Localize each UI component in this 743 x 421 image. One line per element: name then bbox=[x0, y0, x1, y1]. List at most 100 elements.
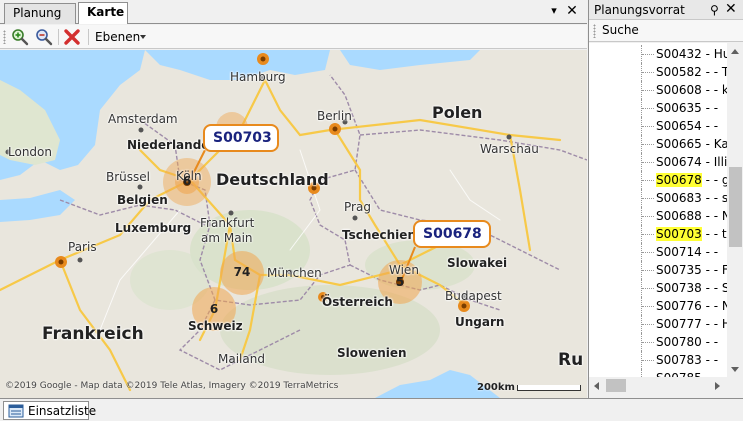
delete-icon[interactable] bbox=[63, 28, 81, 46]
tree-item[interactable]: S00654 - - bbox=[589, 117, 727, 135]
chevron-down-icon[interactable] bbox=[140, 35, 146, 39]
scroll-up-icon[interactable] bbox=[731, 49, 739, 54]
tree-connector bbox=[642, 54, 654, 55]
cluster-count-wien[interactable]: 5 bbox=[385, 275, 415, 289]
country-label-tschechien: Tschechien bbox=[342, 228, 416, 242]
tab-list-dropdown-icon[interactable]: ▾ bbox=[547, 4, 561, 18]
tree-item-description: - Hu bbox=[705, 47, 727, 61]
scroll-left-icon[interactable] bbox=[594, 382, 599, 390]
map-canvas[interactable] bbox=[0, 50, 587, 398]
tree-item[interactable]: S00785 - - bbox=[589, 369, 727, 377]
tree-item[interactable]: S00738 - - S bbox=[589, 279, 727, 297]
tree-item-description: - - bbox=[701, 119, 719, 133]
tree-item[interactable]: S00582 - - T bbox=[589, 63, 727, 81]
cluster-count-koeln[interactable]: 6 bbox=[172, 174, 202, 188]
tree-item[interactable]: S00683 - - s bbox=[589, 189, 727, 207]
city-label-london: London bbox=[8, 145, 52, 159]
country-label-polen: Polen bbox=[432, 103, 483, 122]
tree-item[interactable]: S00777 - - H bbox=[589, 315, 727, 333]
list-window-icon bbox=[8, 404, 24, 418]
tree-item-text: S00678 - - g bbox=[656, 171, 727, 189]
tab-einsatzliste[interactable]: Einsatzliste bbox=[3, 401, 96, 420]
tree-item-text: S00783 - - bbox=[656, 351, 718, 369]
tree-item[interactable]: S00665 - Ka bbox=[589, 135, 727, 153]
tree-item[interactable]: S00678 - - g bbox=[589, 171, 727, 189]
city-label-paris: Paris bbox=[68, 240, 97, 254]
tree-item-text: S00738 - - S bbox=[656, 279, 727, 297]
zoom-out-icon[interactable] bbox=[35, 28, 53, 46]
tree-item-description: - - T bbox=[701, 65, 727, 79]
tree-item-code: S00735 bbox=[656, 263, 702, 277]
planning-tree[interactable]: S00432 - Hu S00582 - - T S00608 - - k S0063… bbox=[589, 43, 727, 377]
zoom-in-icon[interactable] bbox=[11, 28, 29, 46]
cluster-count-south-germany[interactable]: 74 bbox=[227, 265, 257, 279]
tree-item-code: S00783 bbox=[656, 353, 702, 367]
panel-toolbar: Suche bbox=[589, 20, 743, 42]
tree-connector bbox=[642, 162, 654, 163]
horizontal-scrollbar[interactable] bbox=[589, 377, 727, 394]
tree-item-text: S00665 - Ka bbox=[656, 135, 727, 153]
tree-connector bbox=[642, 324, 654, 325]
tree-connector bbox=[642, 108, 654, 109]
tree-item-description: - - bbox=[701, 245, 719, 259]
tree-item[interactable]: S00674 - Illig bbox=[589, 153, 727, 171]
country-label-belgien: Belgien bbox=[117, 193, 168, 207]
tab-planung[interactable]: Planung bbox=[4, 3, 76, 24]
map-callout-s00678[interactable]: S00678 bbox=[413, 220, 491, 248]
tree-item-code: S00714 bbox=[656, 245, 702, 259]
close-icon[interactable]: ✕ bbox=[725, 1, 737, 17]
country-label-ungarn: Ungarn bbox=[455, 315, 505, 329]
vertical-scrollbar[interactable] bbox=[727, 43, 743, 377]
tree-item-text: S00674 - Illig bbox=[656, 153, 727, 171]
tree-item-description: - - N bbox=[705, 299, 727, 313]
bottom-tabstrip: Einsatzliste bbox=[0, 398, 743, 421]
tree-item-text: S00776 - - N bbox=[656, 297, 727, 315]
scrollbar-thumb[interactable] bbox=[729, 167, 742, 247]
scrollbar-thumb[interactable] bbox=[606, 379, 626, 392]
layers-menu-button[interactable]: Ebenen bbox=[95, 30, 140, 44]
scroll-down-icon[interactable] bbox=[731, 367, 739, 372]
tree-item[interactable]: S00635 - - bbox=[589, 99, 727, 117]
tree-connector bbox=[642, 270, 654, 271]
search-button[interactable]: Suche bbox=[602, 23, 639, 37]
tree-item[interactable]: S00714 - - bbox=[589, 243, 727, 261]
tree-item-code: S00688 bbox=[656, 209, 702, 223]
tree-item[interactable]: S00735 - - F bbox=[589, 261, 727, 279]
tree-item[interactable]: S00608 - - k bbox=[589, 81, 727, 99]
tree-item[interactable]: S00783 - - bbox=[589, 351, 727, 369]
tree-item-code: S00674 bbox=[656, 155, 702, 169]
tree-item-description: - - s bbox=[701, 191, 727, 205]
toolbar-grip[interactable] bbox=[593, 24, 596, 38]
tree-item-code: S00703 bbox=[656, 227, 702, 241]
tree-connector bbox=[642, 90, 654, 91]
tree-item-description: - - N bbox=[705, 209, 727, 223]
tree-item-code: S00432 bbox=[656, 47, 702, 61]
map-callout-s00703[interactable]: S00703 bbox=[203, 124, 279, 152]
panel-titlebar[interactable]: Planungsvorrat ⚲ ✕ bbox=[589, 0, 743, 20]
tree-item-text: S00780 - - bbox=[656, 333, 718, 351]
city-label-bruessel: Brüssel bbox=[106, 170, 150, 184]
close-tab-icon[interactable]: ✕ bbox=[565, 4, 579, 18]
cluster-count-switzerland[interactable]: 6 bbox=[199, 302, 229, 316]
country-label-schweiz: Schweiz bbox=[188, 319, 243, 333]
map-scale-bar bbox=[517, 385, 581, 391]
scroll-right-icon[interactable] bbox=[715, 382, 720, 390]
map-view[interactable]: Hamburg Amsterdam Berlin Polen Niederlan… bbox=[0, 50, 587, 398]
tab-karte[interactable]: Karte bbox=[78, 2, 128, 24]
country-label-luxemburg: Luxemburg bbox=[115, 221, 192, 235]
tree-item[interactable]: S00776 - - N bbox=[589, 297, 727, 315]
tree-item[interactable]: S00432 - Hu bbox=[589, 45, 727, 63]
toolbar-grip[interactable] bbox=[3, 30, 6, 44]
tree-item[interactable]: S00703 - - t bbox=[589, 225, 727, 243]
tree-item-text: S00654 - - bbox=[656, 117, 718, 135]
tree-item[interactable]: S00780 - - bbox=[589, 333, 727, 351]
pin-icon[interactable]: ⚲ bbox=[710, 3, 719, 17]
tree-item-description: - - S bbox=[701, 281, 727, 295]
tree-item-text: S00735 - - F bbox=[656, 261, 727, 279]
tree-item[interactable]: S00688 - - N bbox=[589, 207, 727, 225]
tree-item-code: S00635 bbox=[656, 101, 702, 115]
country-label-niederlande: Niederlande bbox=[127, 138, 210, 152]
tree-connector bbox=[642, 360, 654, 361]
toolbar-separator bbox=[88, 29, 89, 45]
tree-connector bbox=[642, 144, 654, 145]
